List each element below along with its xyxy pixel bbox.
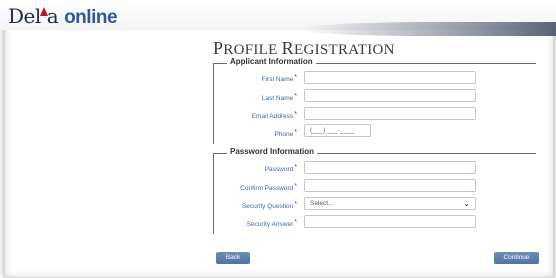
- security-question-select[interactable]: Select... ⌄: [304, 197, 476, 210]
- confirm-password-label: Confirm Password*: [240, 183, 297, 192]
- password-information-section: Password Information: [213, 147, 536, 234]
- chevron-down-icon: ⌄: [463, 199, 470, 208]
- security-answer-label: Security Answer*: [246, 219, 297, 228]
- phone-label: Phone*: [274, 129, 297, 138]
- back-button[interactable]: Back: [216, 252, 250, 264]
- security-answer-input[interactable]: [304, 215, 476, 228]
- applicant-information-section: Applicant Information: [213, 57, 536, 144]
- page-title: PROFILE REGISTRATION: [213, 38, 395, 58]
- email-label: Email Address*: [251, 111, 297, 120]
- confirm-password-input[interactable]: [304, 179, 476, 192]
- last-name-label: Last Name*: [261, 93, 297, 102]
- last-name-input[interactable]: [304, 89, 476, 102]
- security-question-label: Security Question*: [241, 201, 297, 210]
- email-input[interactable]: [304, 107, 476, 120]
- first-name-input[interactable]: [304, 71, 476, 84]
- delta-online-logo[interactable]: Del a online: [8, 4, 118, 29]
- continue-button[interactable]: Continue: [494, 252, 539, 264]
- header-bar: Del a online: [0, 0, 556, 36]
- password-input[interactable]: [304, 161, 476, 174]
- password-label: Password*: [264, 164, 297, 173]
- header-swoosh: [295, 22, 556, 36]
- password-information-legend: Password Information: [227, 147, 318, 156]
- first-name-label: First Name*: [261, 74, 297, 83]
- phone-input[interactable]: (___) ___-____: [304, 124, 371, 137]
- applicant-information-legend: Applicant Information: [227, 57, 316, 66]
